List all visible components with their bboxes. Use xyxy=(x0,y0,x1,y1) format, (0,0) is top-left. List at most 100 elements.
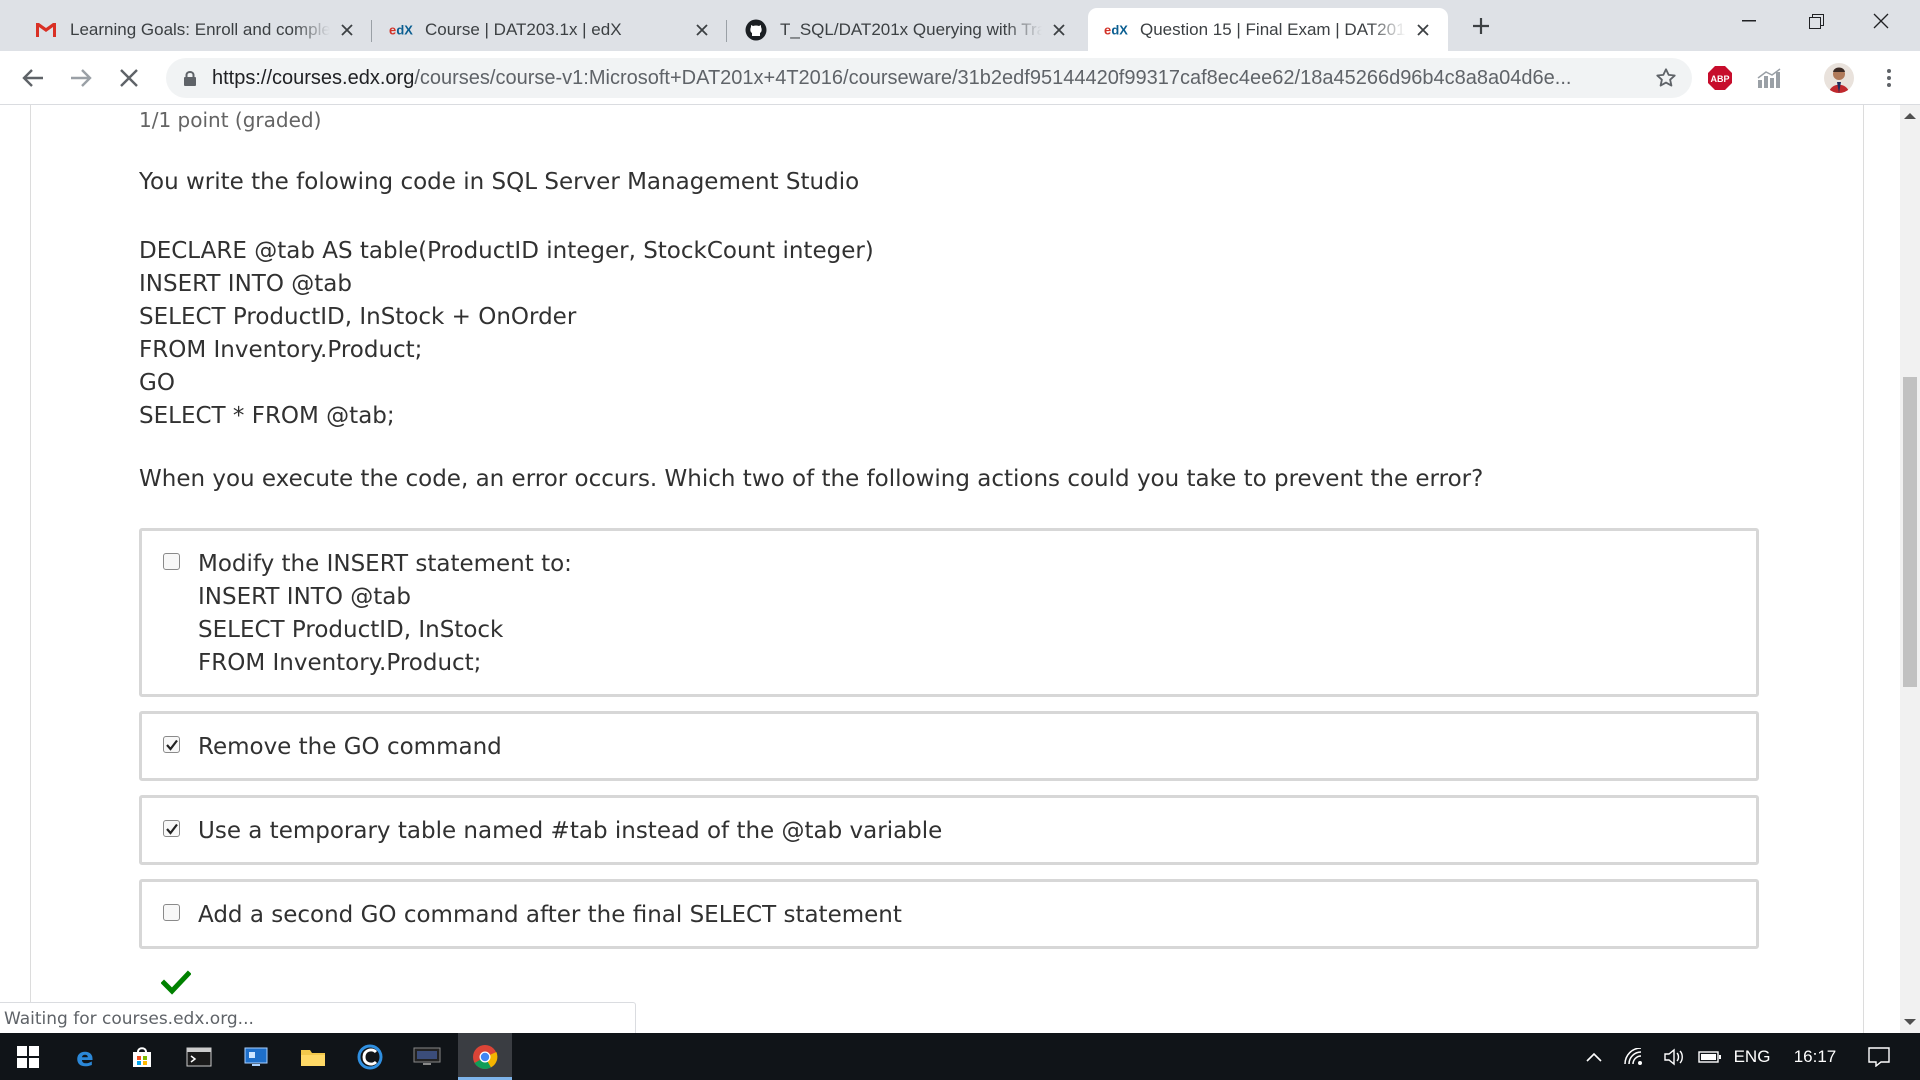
profile-avatar[interactable] xyxy=(1824,63,1854,93)
tv-app-icon[interactable] xyxy=(399,1033,455,1080)
checkbox[interactable] xyxy=(163,553,180,570)
extension-chart-icon[interactable] xyxy=(1756,66,1782,90)
scroll-thumb[interactable] xyxy=(1903,377,1917,687)
choice-option[interactable]: Use a temporary table named #tab instead… xyxy=(139,795,1759,865)
scroll-up-arrow[interactable] xyxy=(1904,113,1916,119)
chrome-menu-button[interactable] xyxy=(1874,63,1904,93)
remote-desktop-icon[interactable] xyxy=(228,1033,284,1080)
arrow-right-icon xyxy=(71,69,92,87)
tab-title: T_SQL/DAT201x Querying with Transact-SQL xyxy=(780,19,1042,39)
choice-option[interactable]: Add a second GO command after the final … xyxy=(139,879,1759,949)
status-bubble: Waiting for courses.edx.org... xyxy=(0,1002,636,1034)
choice-line: INSERT INTO @tab xyxy=(198,584,411,610)
tab-title: Learning Goals: Enroll and complete xyxy=(70,19,330,39)
code-line: GO xyxy=(139,370,175,396)
tab-edx-question[interactable]: e dX Question 15 | Final Exam | DAT201x xyxy=(1088,8,1448,51)
tab-strip: Learning Goals: Enroll and complete e dX … xyxy=(0,0,1920,51)
code-line: FROM Inventory.Product; xyxy=(139,337,423,363)
tab-title: Course | DAT203.1x | edX xyxy=(425,19,622,39)
wifi-icon[interactable] xyxy=(1616,1033,1652,1080)
problem-question: When you execute the code, an error occu… xyxy=(139,466,1484,492)
svg-text:e: e xyxy=(389,23,396,37)
back-button[interactable] xyxy=(18,63,48,93)
svg-text:e: e xyxy=(1104,23,1111,37)
svg-text:e: e xyxy=(76,1045,94,1069)
close-icon xyxy=(120,69,138,87)
code-line: INSERT INTO @tab xyxy=(139,271,352,297)
edge-icon[interactable]: e xyxy=(57,1033,113,1080)
browser-toolbar: https://courses.edx.org/courses/course-v… xyxy=(0,51,1920,105)
content-border-left xyxy=(30,105,31,1033)
close-icon[interactable] xyxy=(691,19,713,41)
scroll-down-arrow[interactable] xyxy=(1904,1019,1916,1025)
choice-label: Remove the GO command xyxy=(198,734,502,760)
page-viewport: 1/1 point (graded) You write the folowin… xyxy=(0,105,1900,1033)
file-explorer-icon[interactable] xyxy=(285,1033,341,1080)
svg-text:ABP: ABP xyxy=(1710,74,1729,84)
checkbox[interactable] xyxy=(163,736,180,753)
window-close-button[interactable] xyxy=(1852,0,1910,42)
adblock-plus-icon[interactable]: ABP xyxy=(1707,65,1733,91)
address-bar[interactable]: https://courses.edx.org/courses/course-v… xyxy=(166,58,1692,98)
close-icon xyxy=(1873,13,1889,29)
page-scrollbar[interactable] xyxy=(1900,105,1920,1033)
language-indicator[interactable]: ENG xyxy=(1728,1033,1776,1080)
tab-github[interactable]: T_SQL/DAT201x Querying with Transact-SQL xyxy=(728,8,1084,51)
more-vert-icon xyxy=(1887,69,1891,87)
bookmark-button[interactable] xyxy=(1652,64,1680,92)
tab-separator xyxy=(371,20,372,42)
edx-icon: e dX xyxy=(389,18,413,42)
windows-taskbar: e ENG 16:17 xyxy=(0,1033,1920,1080)
star-icon xyxy=(1656,68,1676,87)
edx-icon: e dX xyxy=(1104,18,1128,42)
code-block: DECLARE @tab AS table(ProductID integer,… xyxy=(139,235,874,433)
battery-icon[interactable] xyxy=(1692,1033,1728,1080)
stop-loading-button[interactable] xyxy=(114,63,144,93)
checkbox[interactable] xyxy=(163,820,180,837)
tab-title: Question 15 | Final Exam | DAT201x xyxy=(1140,19,1406,39)
url-text[interactable]: https://courses.edx.org/courses/course-v… xyxy=(212,67,1632,90)
choice-label: Add a second GO command after the final … xyxy=(198,902,902,928)
lock-icon xyxy=(184,71,196,86)
checkmark-icon xyxy=(161,970,191,995)
close-icon[interactable] xyxy=(1412,19,1434,41)
minimize-button[interactable] xyxy=(1720,0,1778,42)
choice-label: Modify the INSERT statement to: INSERT I… xyxy=(198,548,572,680)
problem-intro: You write the folowing code in SQL Serve… xyxy=(139,169,860,195)
chevron-up-icon[interactable] xyxy=(1576,1033,1612,1080)
arrow-left-icon xyxy=(22,69,43,87)
action-center-icon[interactable] xyxy=(1856,1033,1902,1080)
svg-text:dX: dX xyxy=(1111,23,1128,37)
new-tab-button[interactable] xyxy=(1466,11,1496,41)
code-line: DECLARE @tab AS table(ProductID integer,… xyxy=(139,238,874,264)
close-icon[interactable] xyxy=(1048,19,1070,41)
url-host: https://courses.edx.org xyxy=(212,67,415,89)
plus-icon xyxy=(1473,18,1489,34)
choice-line: Modify the INSERT statement to: xyxy=(198,551,572,577)
code-line: SELECT * FROM @tab; xyxy=(139,403,395,429)
tab-gmail[interactable]: Learning Goals: Enroll and complete xyxy=(18,8,372,51)
choice-line: SELECT ProductID, InStock xyxy=(198,617,504,643)
checkbox[interactable] xyxy=(163,904,180,921)
restore-icon xyxy=(1808,13,1824,29)
clock-time[interactable]: 16:17 xyxy=(1782,1033,1848,1080)
avatar-icon xyxy=(1824,63,1854,93)
choice-option[interactable]: Remove the GO command xyxy=(139,711,1759,781)
gmail-icon xyxy=(34,18,58,42)
store-icon[interactable] xyxy=(114,1033,170,1080)
windows-start-icon[interactable] xyxy=(0,1033,56,1080)
tab-edx-course[interactable]: e dX Course | DAT203.1x | edX xyxy=(373,8,727,51)
chrome-icon[interactable] xyxy=(457,1033,513,1080)
forward-button[interactable] xyxy=(66,63,96,93)
check-icon xyxy=(166,739,178,751)
github-icon xyxy=(744,18,768,42)
speaker-icon[interactable] xyxy=(1656,1033,1692,1080)
code-line: SELECT ProductID, InStock + OnOrder xyxy=(139,304,577,330)
content-border-right xyxy=(1863,105,1864,1033)
close-icon[interactable] xyxy=(336,19,358,41)
ccleaner-icon[interactable] xyxy=(342,1033,398,1080)
restore-button[interactable] xyxy=(1787,0,1845,42)
choice-option[interactable]: Modify the INSERT statement to: INSERT I… xyxy=(139,528,1759,697)
terminal-icon[interactable] xyxy=(171,1033,227,1080)
tab-separator xyxy=(726,20,727,42)
